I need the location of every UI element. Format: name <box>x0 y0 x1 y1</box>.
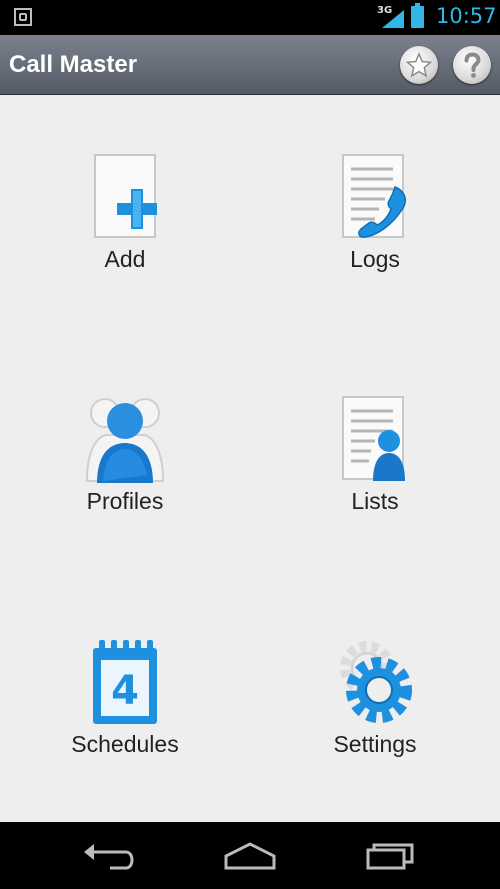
add-document-icon <box>94 154 157 238</box>
menu-item-logs[interactable]: Logs <box>250 153 500 313</box>
favorite-button[interactable] <box>400 46 438 84</box>
menu-item-profiles[interactable]: Profiles <box>0 395 250 555</box>
contact-list-icon <box>342 396 405 481</box>
back-icon[interactable] <box>80 838 140 874</box>
menu-label-add: Add <box>104 246 146 272</box>
clock: 10:57 <box>436 4 497 28</box>
app-title: Call Master <box>9 51 138 78</box>
menu-label-profiles: Profiles <box>86 488 164 514</box>
gear-icon <box>340 641 412 723</box>
menu-label-settings: Settings <box>333 731 417 757</box>
menu-label-schedules: Schedules <box>71 731 179 757</box>
signal-icon <box>382 10 404 28</box>
help-icon <box>464 52 481 78</box>
menu-label-logs: Logs <box>350 246 400 272</box>
recent-apps-icon[interactable] <box>360 838 420 874</box>
menu-item-schedules[interactable]: 4 Schedules <box>0 638 250 798</box>
menu-item-settings[interactable]: Settings <box>250 638 500 798</box>
profiles-icon <box>85 398 165 483</box>
action-bar: Call Master <box>0 35 500 95</box>
calendar-icon: 4 <box>93 640 157 724</box>
navigation-bar <box>0 822 500 889</box>
star-icon <box>405 52 433 78</box>
notification-icon <box>14 8 32 26</box>
help-button[interactable] <box>453 46 491 84</box>
calendar-day: 4 <box>111 668 139 714</box>
status-bar: 3G 10:57 <box>0 0 500 35</box>
battery-icon <box>411 3 424 28</box>
menu-item-add[interactable]: Add <box>0 153 250 313</box>
home-icon[interactable] <box>220 838 280 874</box>
call-log-icon <box>342 154 406 238</box>
menu-item-lists[interactable]: Lists <box>250 395 500 555</box>
menu-label-lists: Lists <box>351 488 399 514</box>
